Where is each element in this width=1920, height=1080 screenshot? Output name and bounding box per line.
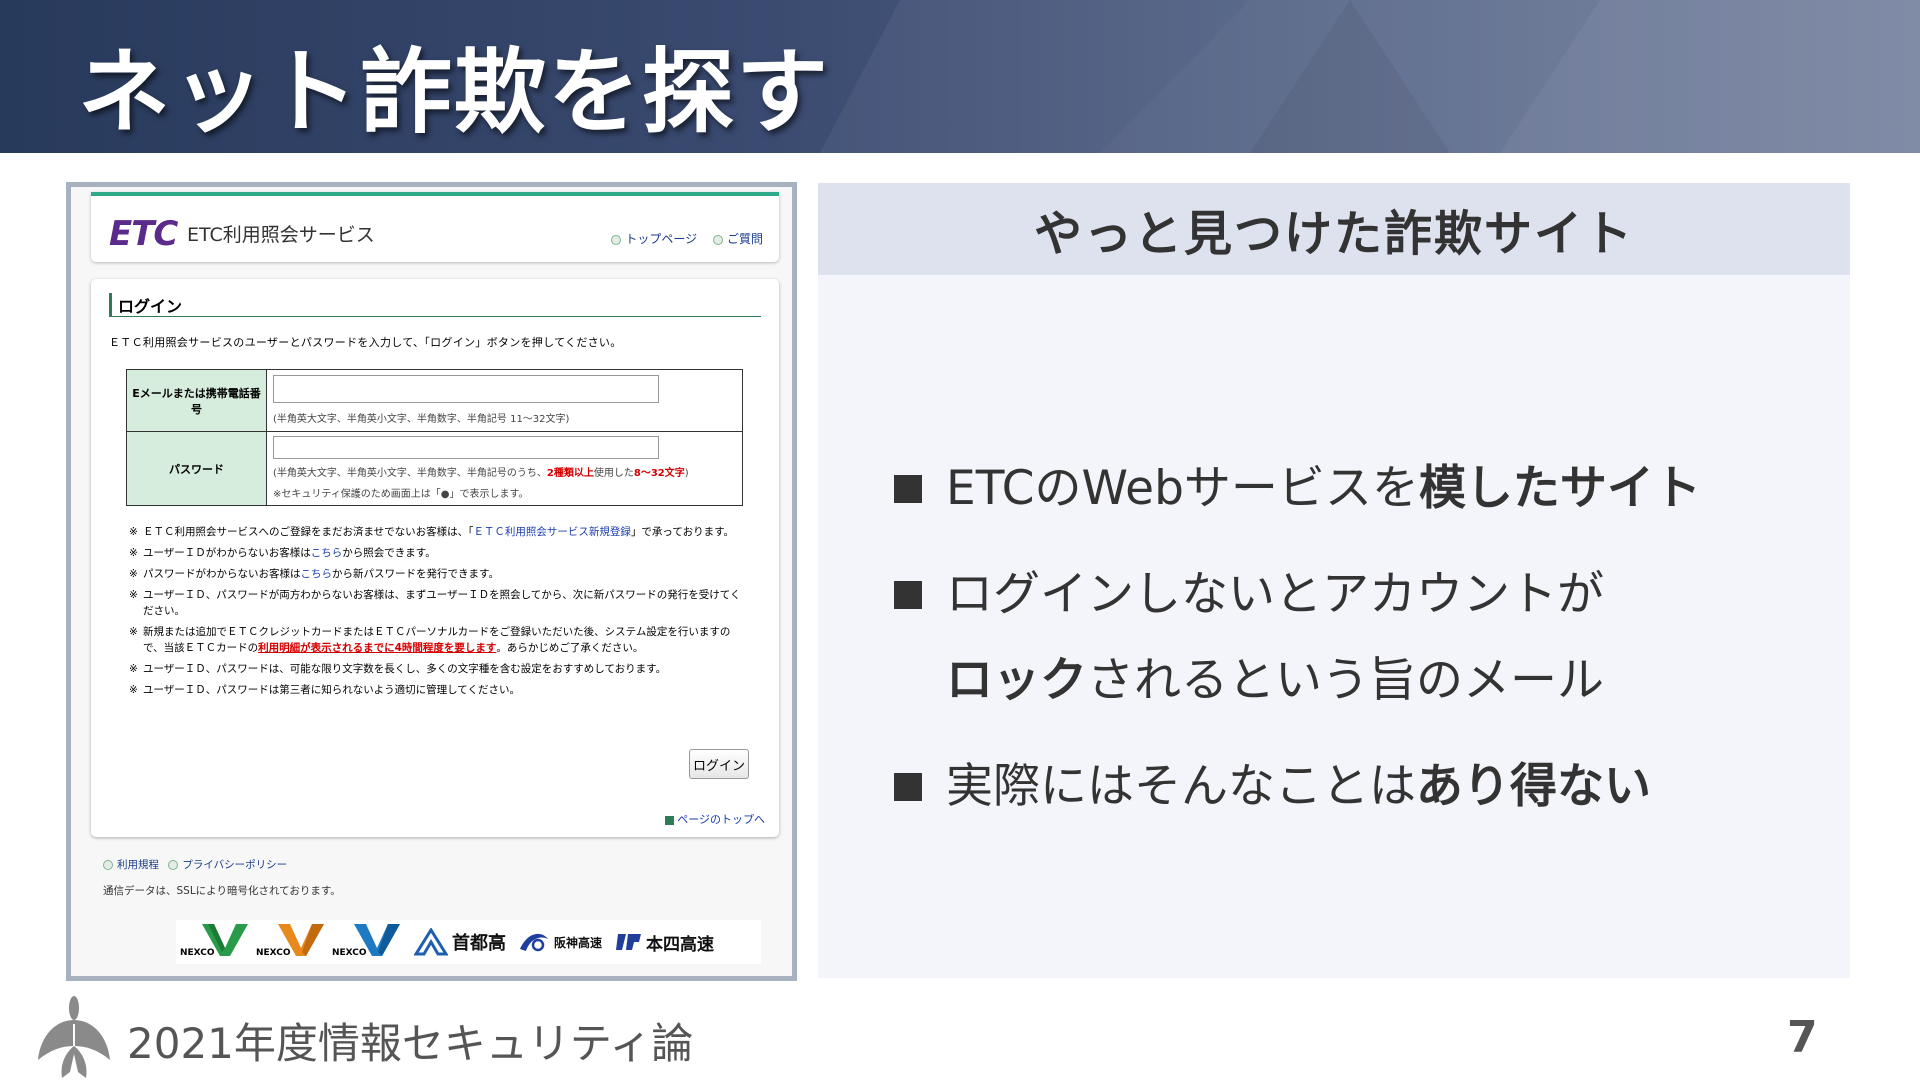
page-top-link[interactable]: ページのトップへ	[665, 811, 765, 827]
bullet-square-icon	[894, 773, 922, 801]
email-field[interactable]	[273, 375, 659, 403]
note-item: ※ 新規または追加でＥＴＣクレジットカードまたはＥＴＣパーソナルカードをご登録いた…	[129, 626, 731, 654]
slide-title: ネット詐欺を探す	[78, 39, 831, 146]
email-row: Eメールまたは携帯電話番号 (半角英大文字、半角英小文字、半角数字、半角記号 1…	[127, 370, 742, 432]
bullet-item: ログインしないとアカウントが ロックされるという旨のメール	[894, 552, 1834, 724]
ssl-note: 通信データは、SSLにより暗号化されております。	[103, 885, 341, 897]
note-item: ※ ユーザーＩＤ、パスワードは第三者に知られないよう適切に管理してください。	[129, 684, 520, 696]
slide-header: ネット詐欺を探す	[0, 0, 1920, 153]
panel-heading: やっと見つけた詐欺サイト	[818, 183, 1850, 275]
note-item: ※ ＥＴＣ利用照会サービスへのご登録をまだお済ませでないお客様は、「ＥＴＣ利用照会…	[129, 526, 735, 538]
shutoko-logo: 首都高	[414, 928, 506, 956]
nexco-west-logo: NEXCO	[332, 922, 402, 962]
login-intro: ＥＴＣ利用照会サービスのユーザーとパスワードを入力して、「ログイン」ボタンを押し…	[109, 336, 622, 349]
nexco-east-logo: NEXCO	[180, 922, 250, 962]
email-label: Eメールまたは携帯電話番号	[127, 370, 267, 431]
nexco-central-logo: NEXCO	[256, 922, 326, 962]
page-number: 7	[1787, 1012, 1818, 1063]
arrow-icon	[611, 234, 622, 245]
login-panel: ログイン ＥＴＣ利用照会サービスのユーザーとパスワードを入力して、「ログイン」ボ…	[91, 279, 779, 837]
login-form: Eメールまたは携帯電話番号 (半角英大文字、半角英小文字、半角数字、半角記号 1…	[126, 369, 743, 506]
bullet-item: 実際にはそんなことはあり得ない	[894, 744, 1834, 830]
privacy-link[interactable]: プライバシーポリシー	[168, 859, 287, 871]
etc-nav: トップページ ご質問	[599, 230, 763, 247]
login-notes: ※ ＥＴＣ利用照会サービスへのご登録をまだお済ませでないお客様は、「ＥＴＣ利用照会…	[129, 524, 744, 703]
note-item: ※ ユーザーＩＤ、パスワードは、可能な限り文字数を長くし、多くの文字種を含む設定を…	[129, 663, 667, 675]
password-hint: (半角英大文字、半角英小文字、半角数字、半角記号のうち、2種類以上使用した8～3…	[273, 468, 689, 479]
note-item: ※ ユーザーＩＤ、パスワードが両方わからないお客様は、まずユーザーＩＤを照会してか…	[129, 589, 741, 617]
bullet-square-icon	[894, 581, 922, 609]
password-reset-link[interactable]: こちら	[301, 568, 333, 580]
course-name: 2021年度情報セキュリティ論	[127, 1019, 694, 1068]
password-field[interactable]	[273, 436, 659, 459]
hanshin-icon	[520, 933, 548, 952]
honshi-logo: 本四高速	[614, 930, 714, 955]
password-row: パスワード (半角英大文字、半角英小文字、半角数字、半角記号のうち、2種類以上使…	[127, 432, 742, 505]
partner-logos: NEXCO NEXCO NEXCO 首都高 阪神高速 本四高速	[176, 920, 761, 964]
bullet-list: ETCのWebサービスを模したサイト ログインしないとアカウントが ロックされると…	[894, 446, 1834, 830]
arrow-icon	[168, 860, 179, 870]
shutoko-icon	[414, 928, 448, 956]
up-arrow-icon	[665, 815, 675, 825]
etc-service-name: ETC利用照会サービス	[187, 224, 375, 246]
nav-faq[interactable]: ご質問	[712, 232, 763, 246]
bullet-item: ETCのWebサービスを模したサイト	[894, 446, 1834, 532]
note-item: ※ パスワードがわからないお客様はこちらから新パスワードを発行できます。	[129, 568, 499, 580]
arrow-icon	[712, 234, 723, 245]
arrow-icon	[103, 860, 113, 870]
note-item: ※ ユーザーＩＤがわからないお客様はこちらから照会できます。	[129, 547, 436, 559]
email-hint: (半角英大文字、半角英小文字、半角数字、半角記号 11～32文字)	[273, 414, 570, 425]
login-heading: ログイン	[109, 293, 761, 317]
bullet-square-icon	[894, 475, 922, 503]
password-note: ※セキュリティ保護のため画面上は「●」で表示します。	[273, 489, 529, 500]
university-crest-icon	[38, 996, 110, 1078]
login-button[interactable]: ログイン	[689, 749, 749, 779]
phishing-site-screenshot: ETC ETC利用照会サービス トップページ ご質問 ログイン ＥＴＣ利用照会サ…	[66, 182, 797, 981]
etc-site-header: ETC ETC利用照会サービス トップページ ご質問	[91, 192, 779, 262]
etc-logo: ETC	[109, 214, 178, 254]
nav-top-page[interactable]: トップページ	[611, 232, 697, 246]
userid-lookup-link[interactable]: こちら	[311, 547, 343, 559]
hanshin-logo: 阪神高速	[518, 929, 602, 955]
honshi-icon	[616, 934, 642, 950]
password-label: パスワード	[127, 432, 267, 505]
terms-link[interactable]: 利用規程	[103, 859, 159, 871]
footer-links: 利用規程 プライバシーポリシー	[103, 857, 293, 872]
register-link[interactable]: ＥＴＣ利用照会サービス新規登録	[473, 526, 631, 538]
